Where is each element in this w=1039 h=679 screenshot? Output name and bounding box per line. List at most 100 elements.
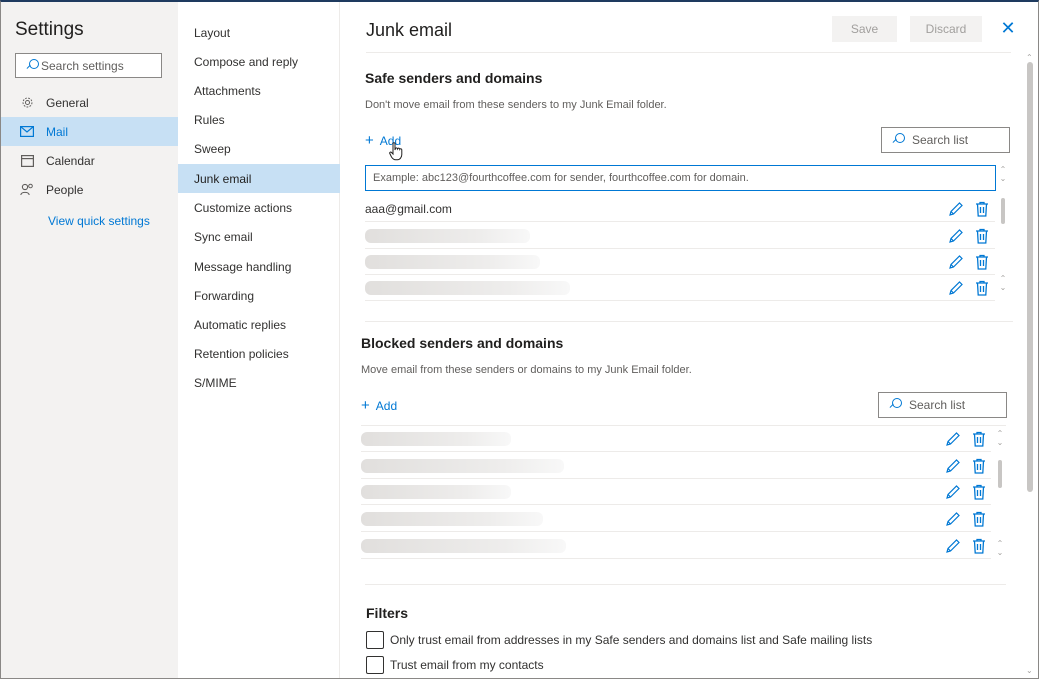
- safe-senders-description: Don't move email from these senders to m…: [365, 99, 667, 111]
- divider: [365, 321, 1013, 322]
- nav-label: General: [46, 95, 89, 110]
- redacted-entry: [365, 255, 540, 269]
- nav-label: People: [46, 182, 84, 197]
- add-label: Add: [375, 399, 398, 413]
- edit-icon[interactable]: [948, 201, 964, 217]
- subnav-item-attachments[interactable]: Attachments: [178, 76, 340, 105]
- view-quick-settings-link[interactable]: View quick settings: [48, 214, 150, 228]
- safe-list-scrollbar[interactable]: [1001, 198, 1005, 224]
- filter-option-label: Trust email from my contacts: [390, 658, 544, 672]
- nav-item-mail[interactable]: Mail: [1, 117, 178, 146]
- safe-senders-heading: Safe senders and domains: [365, 70, 543, 86]
- delete-icon[interactable]: [972, 431, 986, 447]
- filter-option-trust-contacts[interactable]: Trust email from my contacts: [366, 656, 544, 674]
- discard-button[interactable]: Discard: [910, 16, 982, 42]
- checkbox[interactable]: [366, 656, 384, 674]
- subnav-item-smime[interactable]: S/MIME: [178, 368, 340, 397]
- table-row: aaa@gmail.com: [365, 196, 995, 222]
- blocked-list-scroll-down[interactable]: ⌃ ⌄: [995, 539, 1005, 557]
- divider: [365, 584, 1006, 585]
- edit-icon[interactable]: [945, 538, 961, 554]
- subnav-item-retention-policies[interactable]: Retention policies: [178, 339, 340, 368]
- scroll-up-arrow[interactable]: ⌃: [1026, 53, 1033, 62]
- sender-email: aaa@gmail.com: [365, 202, 452, 216]
- delete-icon[interactable]: [972, 484, 986, 500]
- safe-sender-input[interactable]: [373, 172, 973, 184]
- delete-icon[interactable]: [975, 201, 989, 217]
- mail-icon: [20, 125, 34, 139]
- plus-icon: +: [365, 132, 374, 149]
- edit-icon[interactable]: [945, 458, 961, 474]
- edit-icon[interactable]: [945, 511, 961, 527]
- table-row: [361, 479, 991, 505]
- nav-label: Mail: [46, 124, 69, 139]
- delete-icon[interactable]: [972, 458, 986, 474]
- edit-icon[interactable]: [948, 280, 964, 296]
- table-row: [365, 249, 995, 275]
- add-blocked-sender-button[interactable]: + Add: [361, 398, 398, 413]
- save-button[interactable]: Save: [832, 16, 897, 42]
- subnav-item-rules[interactable]: Rules: [178, 105, 340, 134]
- search-icon: [889, 398, 903, 412]
- filters-heading: Filters: [366, 605, 409, 621]
- subnav-item-compose-and-reply[interactable]: Compose and reply: [178, 47, 340, 76]
- blocked-list-scrollbar[interactable]: [998, 460, 1002, 488]
- mail-subnav: Layout Compose and reply Attachments Rul…: [178, 2, 340, 678]
- edit-icon[interactable]: [948, 228, 964, 244]
- nav-item-general[interactable]: General: [1, 88, 178, 117]
- subnav-item-sweep[interactable]: Sweep: [178, 134, 340, 163]
- divider: [366, 52, 1011, 53]
- table-row: [361, 533, 991, 559]
- filter-option-safe-only[interactable]: Only trust email from addresses in my Sa…: [366, 631, 872, 649]
- page-title: Junk email: [366, 20, 453, 40]
- safe-sender-entry[interactable]: [365, 165, 996, 191]
- main-scrollbar[interactable]: [1027, 62, 1033, 492]
- gear-icon: [20, 96, 34, 110]
- blocked-list-scroll-up[interactable]: ⌃ ⌄: [995, 429, 1005, 447]
- subnav-item-layout[interactable]: Layout: [178, 18, 340, 47]
- table-row: [365, 275, 995, 301]
- settings-window: Settings General Mail Calendar: [0, 0, 1039, 679]
- redacted-entry: [361, 432, 511, 446]
- search-icon: [26, 58, 39, 73]
- safe-search-list[interactable]: Search list: [881, 127, 1010, 153]
- subnav-item-customize-actions[interactable]: Customize actions: [178, 193, 340, 222]
- scroll-down-arrow[interactable]: ⌄: [1026, 666, 1033, 675]
- hand-cursor-icon: [389, 142, 403, 161]
- nav-item-people[interactable]: People: [1, 175, 178, 204]
- redacted-entry: [361, 485, 511, 499]
- delete-icon[interactable]: [972, 538, 986, 554]
- search-icon: [892, 133, 906, 147]
- safe-list-scroll-arrows[interactable]: ⌃ ⌄: [998, 274, 1008, 292]
- redacted-entry: [361, 512, 543, 526]
- subnav-item-sync-email[interactable]: Sync email: [178, 222, 340, 251]
- table-row: [361, 453, 991, 479]
- search-settings-box[interactable]: [15, 53, 162, 78]
- nav-item-calendar[interactable]: Calendar: [1, 146, 178, 175]
- subnav-item-forwarding[interactable]: Forwarding: [178, 281, 340, 310]
- filter-option-label: Only trust email from addresses in my Sa…: [390, 633, 873, 647]
- people-icon: [20, 183, 34, 197]
- edit-icon[interactable]: [948, 254, 964, 270]
- junk-email-panel: Junk email Save Discard ✕ Safe senders a…: [341, 2, 1038, 678]
- edit-icon[interactable]: [945, 431, 961, 447]
- entry-scroll-arrows[interactable]: ⌃ ⌄: [998, 165, 1008, 183]
- subnav-item-message-handling[interactable]: Message handling: [178, 252, 340, 281]
- table-row: [361, 506, 991, 532]
- delete-icon[interactable]: [972, 511, 986, 527]
- search-list-label: Search list: [909, 398, 966, 412]
- delete-icon[interactable]: [975, 228, 989, 244]
- subnav-item-automatic-replies[interactable]: Automatic replies: [178, 310, 340, 339]
- table-row: [365, 223, 995, 249]
- subnav-item-junk-email[interactable]: Junk email: [178, 164, 340, 193]
- close-icon[interactable]: ✕: [999, 19, 1017, 37]
- redacted-entry: [365, 229, 530, 243]
- calendar-icon: [20, 154, 34, 168]
- edit-icon[interactable]: [945, 484, 961, 500]
- delete-icon[interactable]: [975, 254, 989, 270]
- search-settings-input[interactable]: [41, 58, 161, 73]
- checkbox[interactable]: [366, 631, 384, 649]
- delete-icon[interactable]: [975, 280, 989, 296]
- blocked-search-list[interactable]: Search list: [878, 392, 1007, 418]
- blocked-senders-description: Move email from these senders or domains…: [361, 364, 692, 376]
